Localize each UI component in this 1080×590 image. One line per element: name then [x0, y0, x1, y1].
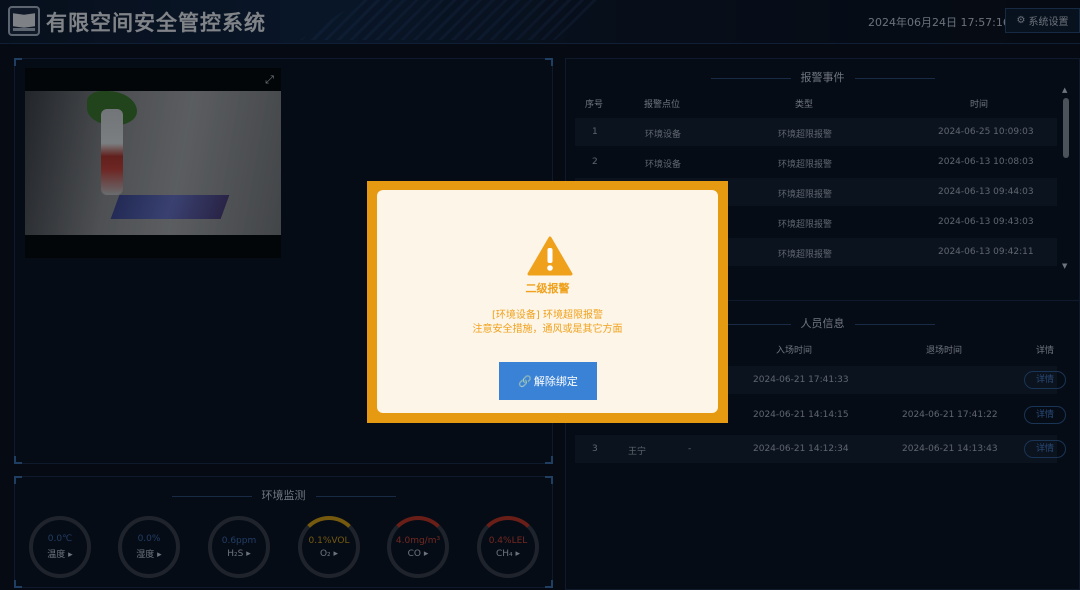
alarm-message: [环境设备] 环境超限报警 — [492, 310, 603, 321]
unbind-button[interactable]: 🔗 解除绑定 — [499, 362, 597, 400]
alarm-modal: 二级报警 [环境设备] 环境超限报警 注意安全措施，通风或是其它方面 🔗 解除绑… — [367, 181, 728, 423]
alarm-modal-body: 二级报警 [环境设备] 环境超限报警 注意安全措施，通风或是其它方面 🔗 解除绑… — [377, 190, 718, 413]
alarm-level: 二级报警 — [525, 282, 570, 295]
link-icon: 🔗 — [518, 375, 532, 388]
warning-triangle-icon — [527, 236, 573, 276]
unbind-label: 解除绑定 — [533, 376, 578, 388]
alarm-advice: 注意安全措施，通风或是其它方面 — [472, 324, 623, 335]
